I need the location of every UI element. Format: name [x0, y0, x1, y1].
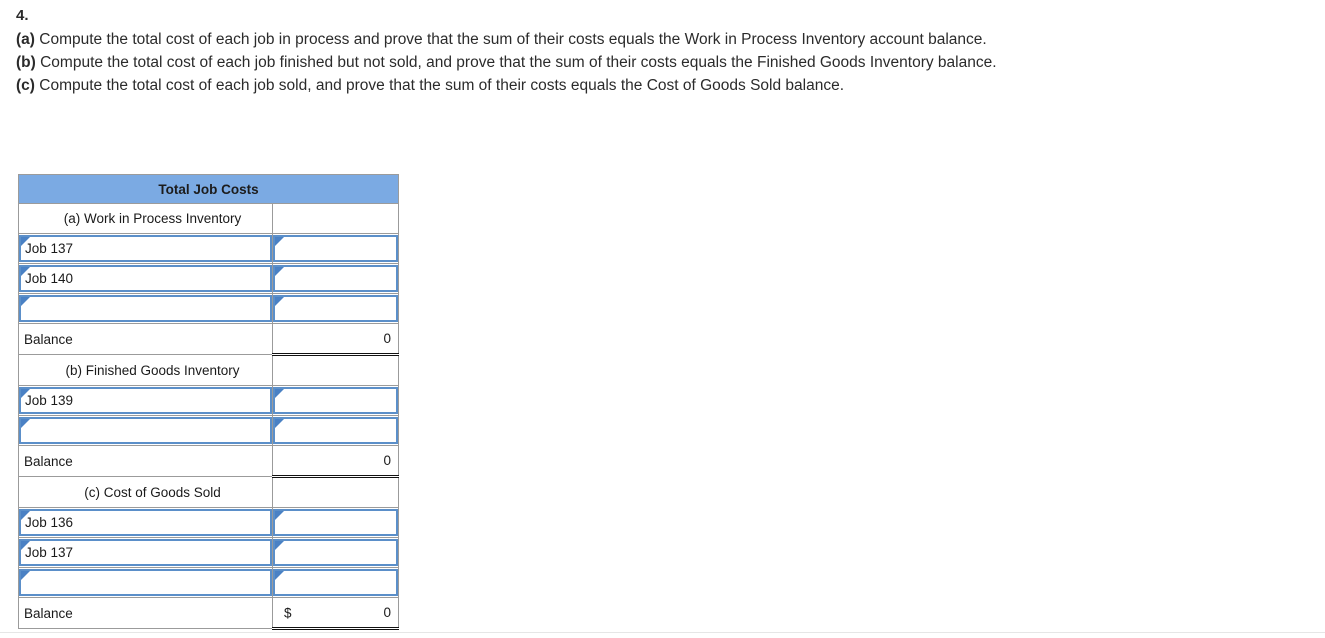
table-row: (a) Work in Process Inventory [18, 203, 400, 234]
job-cost-input[interactable] [273, 509, 399, 536]
table-row: Balance 0 [18, 445, 400, 478]
table-header-row: Total Job Costs [17, 174, 400, 204]
question-text-c: Compute the total cost of each job sold,… [34, 77, 845, 94]
section-header-blank [271, 203, 400, 234]
job-cost-input[interactable] [273, 295, 399, 322]
job-cost-input-cell[interactable] [271, 293, 400, 324]
job-name-input-cell[interactable]: Job 136 [18, 507, 273, 538]
table-row [18, 293, 400, 324]
job-name-input-cell[interactable]: Job 139 [18, 385, 273, 416]
section-header-label: (b) Finished Goods Inventory [18, 354, 273, 386]
job-cost-input[interactable] [273, 265, 399, 292]
table-body: (a) Work in Process Inventory Job 137 Job … [18, 203, 400, 630]
balance-value: 0 [383, 453, 392, 468]
question-label-c: (c) [16, 77, 35, 94]
balance-value-cell: 0 [271, 445, 400, 478]
job-cost-input-cell[interactable] [271, 537, 400, 568]
job-name-input[interactable]: Job 136 [19, 509, 272, 536]
job-cost-input[interactable] [273, 569, 399, 596]
job-name-input[interactable] [19, 569, 272, 596]
job-name-input[interactable]: Job 137 [19, 235, 272, 262]
job-name-input[interactable]: Job 137 [19, 539, 272, 566]
question-label-b: (b) [16, 54, 36, 71]
table-row [18, 415, 400, 446]
table-row [18, 567, 400, 598]
job-name-input-cell[interactable] [18, 415, 273, 446]
table-title: Total Job Costs [17, 174, 400, 204]
currency-symbol: $ [284, 605, 292, 620]
question-text-a: Compute the total cost of each job in pr… [34, 31, 987, 48]
job-name-input[interactable]: Job 140 [19, 265, 272, 292]
section-header-label: (a) Work in Process Inventory [18, 203, 273, 234]
table-row: (c) Cost of Goods Sold [18, 476, 400, 508]
job-cost-input-cell[interactable] [271, 385, 400, 416]
table-row: Balance 0 [18, 323, 400, 356]
balance-label: Balance [18, 597, 273, 629]
table-row: Job 139 [18, 385, 400, 416]
balance-value-cell: $0 [271, 597, 400, 630]
balance-label: Balance [18, 445, 273, 477]
job-name-input-cell[interactable] [18, 293, 273, 324]
job-cost-input-cell[interactable] [271, 415, 400, 446]
job-name-input[interactable] [19, 417, 272, 444]
section-header-blank [271, 476, 400, 508]
job-name-input-cell[interactable]: Job 137 [18, 233, 273, 264]
job-name-input-cell[interactable] [18, 567, 273, 598]
job-name-input[interactable]: Job 139 [19, 387, 272, 414]
balance-value: 0 [383, 331, 392, 346]
section-header-label: (c) Cost of Goods Sold [18, 476, 273, 508]
question-number: 4. [16, 7, 29, 24]
table-row: Job 137 [18, 233, 400, 264]
page-divider [0, 632, 1325, 633]
question-line-a: (a) Compute the total cost of each job i… [16, 28, 1306, 51]
balance-label: Balance [18, 323, 273, 355]
job-name-input-cell[interactable]: Job 140 [18, 263, 273, 294]
job-cost-input-cell[interactable] [271, 567, 400, 598]
job-name-input-cell[interactable]: Job 137 [18, 537, 273, 568]
table-row: Job 136 [18, 507, 400, 538]
question-label-a: (a) [16, 31, 35, 48]
section-header-blank [271, 354, 400, 386]
question-line-c: (c) Compute the total cost of each job s… [16, 74, 1306, 97]
job-cost-input[interactable] [273, 539, 399, 566]
job-cost-input[interactable] [273, 387, 399, 414]
balance-value-cell: 0 [271, 323, 400, 356]
job-cost-input[interactable] [273, 417, 399, 444]
balance-value: 0 [383, 605, 392, 620]
job-cost-input-cell[interactable] [271, 233, 400, 264]
table-row: Job 140 [18, 263, 400, 294]
total-job-costs-table: Total Job Costs (a) Work in Process Inve… [17, 174, 400, 630]
job-cost-input-cell[interactable] [271, 263, 400, 294]
question-text-b: Compute the total cost of each job finis… [35, 54, 997, 71]
job-cost-input[interactable] [273, 235, 399, 262]
table-row: Job 137 [18, 537, 400, 568]
question-line-b: (b) Compute the total cost of each job f… [16, 51, 1306, 74]
job-cost-input-cell[interactable] [271, 507, 400, 538]
table-row: (b) Finished Goods Inventory [18, 354, 400, 386]
question-block: 4. (a) Compute the total cost of each jo… [16, 4, 1306, 97]
job-name-input[interactable] [19, 295, 272, 322]
table-row: Balance $0 [18, 597, 400, 630]
